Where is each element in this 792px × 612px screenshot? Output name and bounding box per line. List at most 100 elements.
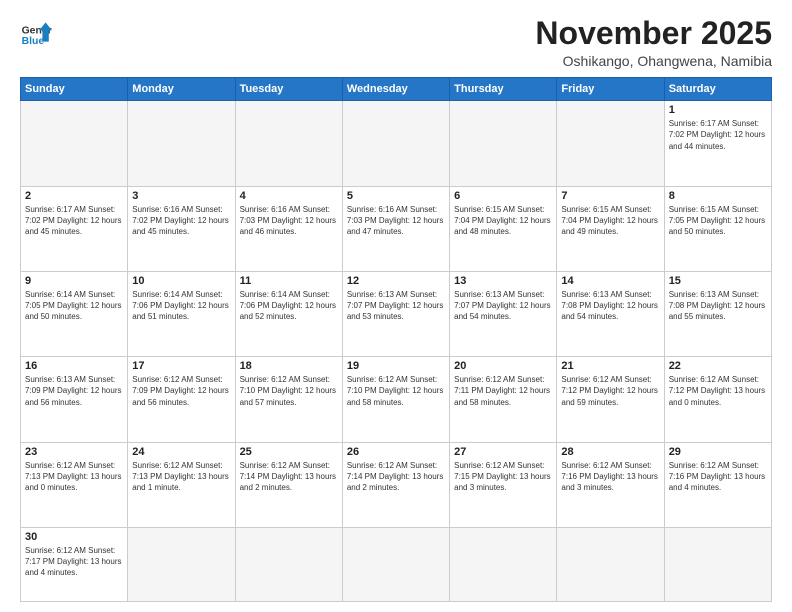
day-number: 26 <box>347 446 445 458</box>
day-number: 15 <box>669 275 767 287</box>
day-info: Sunrise: 6:12 AM Sunset: 7:12 PM Dayligh… <box>561 374 659 408</box>
table-row: 4 Sunrise: 6:16 AM Sunset: 7:03 PM Daylig… <box>235 186 342 271</box>
table-row: 18 Sunrise: 6:12 AM Sunset: 7:10 PM Dayli… <box>235 357 342 442</box>
day-info: Sunrise: 6:12 AM Sunset: 7:10 PM Dayligh… <box>240 374 338 408</box>
day-number: 28 <box>561 446 659 458</box>
page: General Blue November 2025 Oshikango, Oh… <box>0 0 792 612</box>
day-info: Sunrise: 6:12 AM Sunset: 7:16 PM Dayligh… <box>669 460 767 494</box>
table-row <box>450 527 557 601</box>
table-row: 22Sunrise: 6:12 AM Sunset: 7:12 PM Dayli… <box>664 357 771 442</box>
table-row: 19 Sunrise: 6:12 AM Sunset: 7:10 PM Dayli… <box>342 357 449 442</box>
table-row <box>235 527 342 601</box>
table-row <box>342 101 449 186</box>
table-row <box>128 527 235 601</box>
day-info: Sunrise: 6:13 AM Sunset: 7:09 PM Dayligh… <box>25 374 123 408</box>
day-info: Sunrise: 6:17 AM Sunset: 7:02 PM Dayligh… <box>25 204 123 238</box>
day-info: Sunrise: 6:12 AM Sunset: 7:13 PM Dayligh… <box>132 460 230 494</box>
logo-icon: General Blue <box>20 16 52 48</box>
table-row <box>235 101 342 186</box>
day-info: Sunrise: 6:12 AM Sunset: 7:16 PM Dayligh… <box>561 460 659 494</box>
day-info: Sunrise: 6:15 AM Sunset: 7:04 PM Dayligh… <box>561 204 659 238</box>
day-info: Sunrise: 6:12 AM Sunset: 7:10 PM Dayligh… <box>347 374 445 408</box>
day-number: 30 <box>25 531 123 543</box>
day-number: 22 <box>669 360 767 372</box>
table-row: 16 Sunrise: 6:13 AM Sunset: 7:09 PM Dayli… <box>21 357 128 442</box>
day-number: 21 <box>561 360 659 372</box>
day-number: 24 <box>132 446 230 458</box>
day-number: 2 <box>25 190 123 202</box>
table-row: 23 Sunrise: 6:12 AM Sunset: 7:13 PM Dayli… <box>21 442 128 527</box>
day-number: 10 <box>132 275 230 287</box>
table-row: 20 Sunrise: 6:12 AM Sunset: 7:11 PM Dayli… <box>450 357 557 442</box>
day-number: 9 <box>25 275 123 287</box>
day-info: Sunrise: 6:12 AM Sunset: 7:14 PM Dayligh… <box>240 460 338 494</box>
day-info: Sunrise: 6:13 AM Sunset: 7:08 PM Dayligh… <box>561 289 659 323</box>
day-info: Sunrise: 6:13 AM Sunset: 7:08 PM Dayligh… <box>669 289 767 323</box>
day-number: 19 <box>347 360 445 372</box>
table-row <box>664 527 771 601</box>
col-friday: Friday <box>557 78 664 101</box>
table-row: 26 Sunrise: 6:12 AM Sunset: 7:14 PM Dayli… <box>342 442 449 527</box>
day-number: 6 <box>454 190 552 202</box>
day-info: Sunrise: 6:16 AM Sunset: 7:02 PM Dayligh… <box>132 204 230 238</box>
calendar-header-row: Sunday Monday Tuesday Wednesday Thursday… <box>21 78 772 101</box>
table-row: 17 Sunrise: 6:12 AM Sunset: 7:09 PM Dayli… <box>128 357 235 442</box>
day-info: Sunrise: 6:12 AM Sunset: 7:17 PM Dayligh… <box>25 545 123 579</box>
day-number: 23 <box>25 446 123 458</box>
month-title: November 2025 <box>535 16 772 51</box>
table-row <box>557 527 664 601</box>
table-row: 6 Sunrise: 6:15 AM Sunset: 7:04 PM Daylig… <box>450 186 557 271</box>
table-row: 29 Sunrise: 6:12 AM Sunset: 7:16 PM Dayli… <box>664 442 771 527</box>
day-number: 27 <box>454 446 552 458</box>
table-row <box>557 101 664 186</box>
calendar-table: Sunday Monday Tuesday Wednesday Thursday… <box>20 77 772 602</box>
day-info: Sunrise: 6:14 AM Sunset: 7:05 PM Dayligh… <box>25 289 123 323</box>
day-number: 18 <box>240 360 338 372</box>
table-row: 21 Sunrise: 6:12 AM Sunset: 7:12 PM Dayli… <box>557 357 664 442</box>
table-row <box>21 101 128 186</box>
day-info: Sunrise: 6:16 AM Sunset: 7:03 PM Dayligh… <box>347 204 445 238</box>
day-info: Sunrise: 6:16 AM Sunset: 7:03 PM Dayligh… <box>240 204 338 238</box>
col-tuesday: Tuesday <box>235 78 342 101</box>
day-number: 16 <box>25 360 123 372</box>
table-row: 7Sunrise: 6:15 AM Sunset: 7:04 PM Daylig… <box>557 186 664 271</box>
day-info: Sunrise: 6:12 AM Sunset: 7:14 PM Dayligh… <box>347 460 445 494</box>
day-number: 25 <box>240 446 338 458</box>
col-saturday: Saturday <box>664 78 771 101</box>
day-info: Sunrise: 6:13 AM Sunset: 7:07 PM Dayligh… <box>347 289 445 323</box>
table-row <box>128 101 235 186</box>
table-row: 10Sunrise: 6:14 AM Sunset: 7:06 PM Dayli… <box>128 271 235 356</box>
col-monday: Monday <box>128 78 235 101</box>
day-number: 17 <box>132 360 230 372</box>
day-number: 5 <box>347 190 445 202</box>
table-row <box>342 527 449 601</box>
day-number: 29 <box>669 446 767 458</box>
day-info: Sunrise: 6:12 AM Sunset: 7:13 PM Dayligh… <box>25 460 123 494</box>
day-number: 20 <box>454 360 552 372</box>
table-row: 13Sunrise: 6:13 AM Sunset: 7:07 PM Dayli… <box>450 271 557 356</box>
table-row: 15 Sunrise: 6:13 AM Sunset: 7:08 PM Dayli… <box>664 271 771 356</box>
day-info: Sunrise: 6:12 AM Sunset: 7:11 PM Dayligh… <box>454 374 552 408</box>
logo: General Blue <box>20 16 52 48</box>
day-number: 14 <box>561 275 659 287</box>
day-number: 1 <box>669 104 767 116</box>
table-row <box>450 101 557 186</box>
table-row: 12Sunrise: 6:13 AM Sunset: 7:07 PM Dayli… <box>342 271 449 356</box>
table-row: 3 Sunrise: 6:16 AM Sunset: 7:02 PM Daylig… <box>128 186 235 271</box>
day-number: 3 <box>132 190 230 202</box>
table-row: 28 Sunrise: 6:12 AM Sunset: 7:16 PM Dayli… <box>557 442 664 527</box>
table-row: 9 Sunrise: 6:14 AM Sunset: 7:05 PM Daylig… <box>21 271 128 356</box>
table-row: 8Sunrise: 6:15 AM Sunset: 7:05 PM Daylig… <box>664 186 771 271</box>
day-info: Sunrise: 6:12 AM Sunset: 7:15 PM Dayligh… <box>454 460 552 494</box>
table-row: 11 Sunrise: 6:14 AM Sunset: 7:06 PM Dayli… <box>235 271 342 356</box>
day-info: Sunrise: 6:14 AM Sunset: 7:06 PM Dayligh… <box>240 289 338 323</box>
table-row: 27 Sunrise: 6:12 AM Sunset: 7:15 PM Dayli… <box>450 442 557 527</box>
day-number: 11 <box>240 275 338 287</box>
table-row: 30 Sunrise: 6:12 AM Sunset: 7:17 PM Dayli… <box>21 527 128 601</box>
day-info: Sunrise: 6:15 AM Sunset: 7:04 PM Dayligh… <box>454 204 552 238</box>
day-info: Sunrise: 6:12 AM Sunset: 7:09 PM Dayligh… <box>132 374 230 408</box>
table-row: 24 Sunrise: 6:12 AM Sunset: 7:13 PM Dayli… <box>128 442 235 527</box>
day-number: 13 <box>454 275 552 287</box>
day-number: 4 <box>240 190 338 202</box>
day-number: 8 <box>669 190 767 202</box>
